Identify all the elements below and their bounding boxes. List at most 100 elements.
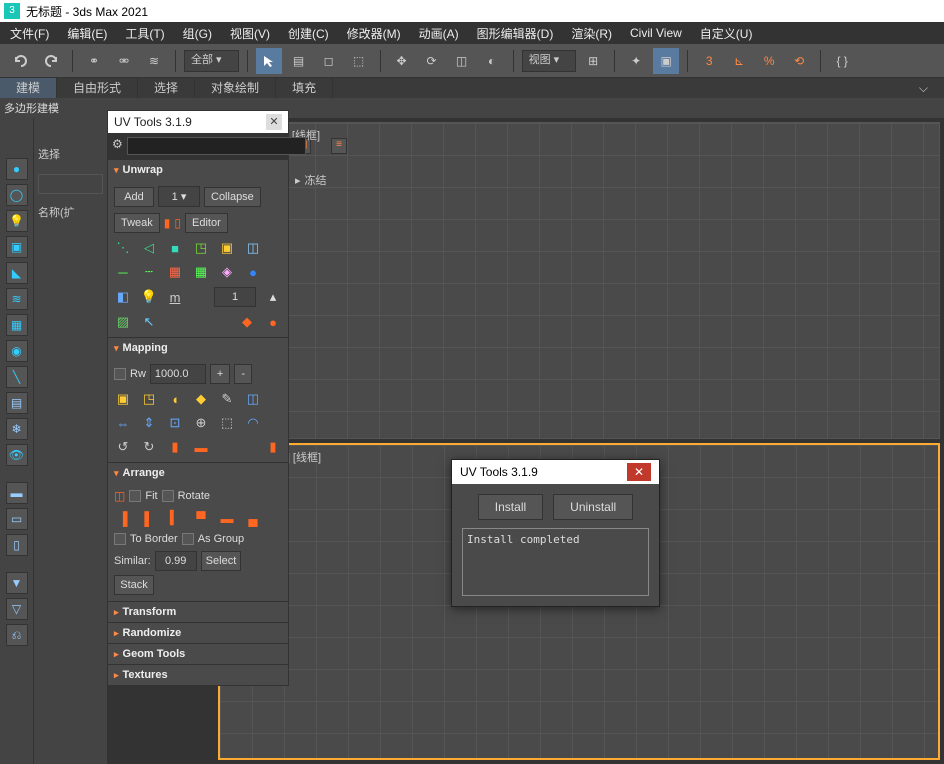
sel-element-icon[interactable]: ◳ [192,239,210,257]
cursor-icon[interactable]: ↖ [140,313,158,331]
align-t-icon[interactable]: ▀ [192,509,210,527]
display-space-icon[interactable]: ≋ [6,288,28,310]
fit-region-icon[interactable]: ⬚ [218,414,236,432]
percent-snap-icon[interactable]: % [756,48,782,74]
spinner-snap-icon[interactable]: ⟲ [786,48,812,74]
select-object-icon[interactable] [256,48,282,74]
scale-icon[interactable]: ◫ [449,48,475,74]
flip-h-icon[interactable]: ▮ [166,438,184,456]
dash1-icon[interactable]: ─ [114,263,132,281]
map-cyl-icon[interactable]: ◖ [166,390,184,408]
align-b-icon[interactable]: ▄ [244,509,262,527]
ribbon-tab-modeling[interactable]: 建模 [0,78,57,98]
frozen-expand-icon[interactable]: ▸ [295,174,301,187]
sel-face-icon[interactable]: ■ [166,239,184,257]
diamond-icon[interactable]: ◈ [218,263,236,281]
move-icon[interactable]: ✥ [389,48,415,74]
checker-icon[interactable]: ▦ [166,263,184,281]
funnel2-icon[interactable]: ▽ [6,598,28,620]
pivot-icon[interactable]: ⊞ [580,48,606,74]
rotate-icon[interactable]: ⟳ [419,48,445,74]
menu-render[interactable]: 渲染(R) [571,25,612,42]
display-xrefs-icon[interactable]: ◉ [6,340,28,362]
lock-icon[interactable]: ⎌ [6,624,28,646]
bulb-icon[interactable]: 💡 [140,288,158,306]
link-icon[interactable]: ⚭ [81,48,107,74]
reset-icon[interactable]: ▮ [264,438,282,456]
select-name-icon[interactable]: ▤ [286,48,312,74]
display-helpers-icon[interactable]: ◣ [6,262,28,284]
menu-tools[interactable]: 工具(T) [125,25,164,42]
grid-icon[interactable]: ▦ [192,263,210,281]
rot-ccw-icon[interactable]: ↺ [114,438,132,456]
menu-view[interactable]: 视图(V) [230,25,270,42]
rot-cw-icon[interactable]: ↻ [140,438,158,456]
scene-search-input[interactable] [38,174,103,194]
fit-checkbox[interactable]: Fit [129,490,157,502]
section-randomize-header[interactable]: Randomize [108,622,288,643]
m-icon[interactable]: m [166,288,184,306]
similar-value[interactable]: 0.99 [155,551,197,571]
menu-group[interactable]: 组(G) [183,25,212,42]
menu-modifier[interactable]: 修改器(M) [347,25,401,42]
named-sel-icon[interactable]: { } [829,48,855,74]
rw-input[interactable] [150,364,206,384]
redo-icon[interactable] [38,48,64,74]
channel-spinner[interactable]: 1 ▾ [158,186,200,207]
asgroup-checkbox[interactable]: As Group [182,533,244,545]
funnel-icon[interactable]: ▼ [6,572,28,594]
rw-plus-button[interactable]: + [210,364,230,384]
similar-stack-button[interactable]: Stack [114,575,154,595]
ribbon-tab-select[interactable]: 选择 [138,78,195,98]
rw-checkbox[interactable]: Rw [114,368,146,380]
rw-minus-button[interactable]: - [234,364,252,384]
display-bones-icon[interactable]: ╲ [6,366,28,388]
select-window-icon[interactable]: ⬚ [346,48,372,74]
menu-create[interactable]: 创建(C) [288,25,329,42]
menu-edit[interactable]: 编辑(E) [67,25,107,42]
landscape-icon[interactable]: ▨ [114,313,132,331]
editor-button[interactable]: Editor [185,213,228,233]
bind-icon[interactable]: ≋ [141,48,167,74]
menu-file[interactable]: 文件(F) [10,25,49,42]
unlink-icon[interactable]: ⚮ [111,48,137,74]
collapse-button[interactable]: Collapse [204,187,261,207]
similar-select-button[interactable]: Select [201,551,242,571]
undo-icon[interactable] [8,48,34,74]
tweak-edge-icon[interactable]: ▯ [174,216,181,230]
install-button[interactable]: Install [478,494,543,520]
fit-h-icon[interactable]: ⇔ [114,414,132,432]
align-c-icon[interactable]: ▌ [140,509,158,527]
map-sphere-icon[interactable]: ◆ [192,390,210,408]
sel-obj-icon[interactable]: ▣ [218,239,236,257]
align-r-icon[interactable]: ▍ [166,509,184,527]
select-manipulate-icon[interactable]: ✦ [623,48,649,74]
display-geometry-icon[interactable]: ● [6,158,28,180]
unwrap-num-spinner[interactable]: 1 [214,287,256,307]
align-m-icon[interactable]: ▬ [218,509,236,527]
menu-graph[interactable]: 图形编辑器(D) [477,25,554,42]
tweak-button[interactable]: Tweak [114,213,160,233]
gear-icon[interactable]: ⚙ [112,137,123,155]
install-dialog-titlebar[interactable]: UV Tools 3.1.9 ✕ [452,460,659,484]
cube-icon[interactable]: ◆ [238,313,256,331]
map-box-icon[interactable]: ▣ [114,390,132,408]
menu-customize[interactable]: 自定义(U) [700,25,753,42]
display-cameras-icon[interactable]: ▣ [6,236,28,258]
window-icon[interactable]: ◧ [114,288,132,306]
filter-none-icon[interactable]: ▭ [6,508,28,530]
add-button[interactable]: Add [114,187,154,207]
selection-filter-combo[interactable]: 全部 ▾ [184,50,239,72]
sel-all-icon[interactable]: ◫ [244,239,262,257]
section-geom-header[interactable]: Geom Tools [108,643,288,664]
circle-icon[interactable]: ● [244,263,262,281]
filter-all-icon[interactable]: ▬ [6,482,28,504]
section-transform-header[interactable]: Transform [108,601,288,622]
fit-target-icon[interactable]: ⊕ [192,414,210,432]
map-adjust-icon[interactable]: ◫ [244,390,262,408]
section-textures-header[interactable]: Textures [108,664,288,685]
filter-invert-icon[interactable]: ▯ [6,534,28,556]
align-l-icon[interactable]: ▐ [114,509,132,527]
display-shapes-icon[interactable]: ◯ [6,184,28,206]
snap-3d-icon[interactable]: 3 [696,48,722,74]
